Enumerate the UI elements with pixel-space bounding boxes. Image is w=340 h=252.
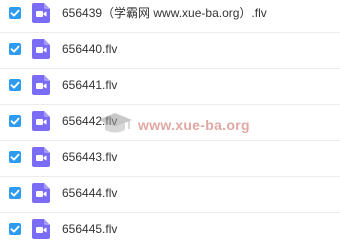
file-row[interactable]: 656441.flv [0,69,340,105]
video-file-icon [32,39,50,59]
file-checkbox[interactable] [9,151,21,163]
file-row[interactable]: 656444.flv [0,177,340,213]
watermark-text: www.xue-ba.org [138,117,250,133]
video-file-icon [32,183,50,203]
file-checkbox[interactable] [9,223,21,235]
file-name[interactable]: 656445.flv [62,222,117,236]
video-file-icon [32,111,50,131]
file-list: 656439（学霸网 www.xue-ba.org）.flv 656440.fl… [0,0,340,252]
file-name[interactable]: 656439（学霸网 www.xue-ba.org）.flv [62,6,267,20]
file-checkbox[interactable] [9,115,21,127]
video-file-icon [32,219,50,239]
file-row[interactable]: 656440.flv [0,33,340,69]
file-row[interactable]: 656439（学霸网 www.xue-ba.org）.flv [0,0,340,33]
video-file-icon [32,147,50,167]
file-checkbox[interactable] [9,43,21,55]
file-row[interactable]: 656445.flv [0,213,340,249]
file-name[interactable]: 656443.flv [62,150,117,164]
video-file-icon [32,75,50,95]
file-name[interactable]: 656444.flv [62,186,117,200]
file-checkbox[interactable] [9,187,21,199]
file-checkbox[interactable] [9,79,21,91]
file-name[interactable]: 656441.flv [62,78,117,92]
file-row[interactable]: 656443.flv [0,141,340,177]
graduation-cap-icon [96,110,134,138]
file-name[interactable]: 656440.flv [62,42,117,56]
video-file-icon [32,3,50,23]
watermark: www.xue-ba.org [96,108,250,142]
file-checkbox[interactable] [9,7,21,19]
